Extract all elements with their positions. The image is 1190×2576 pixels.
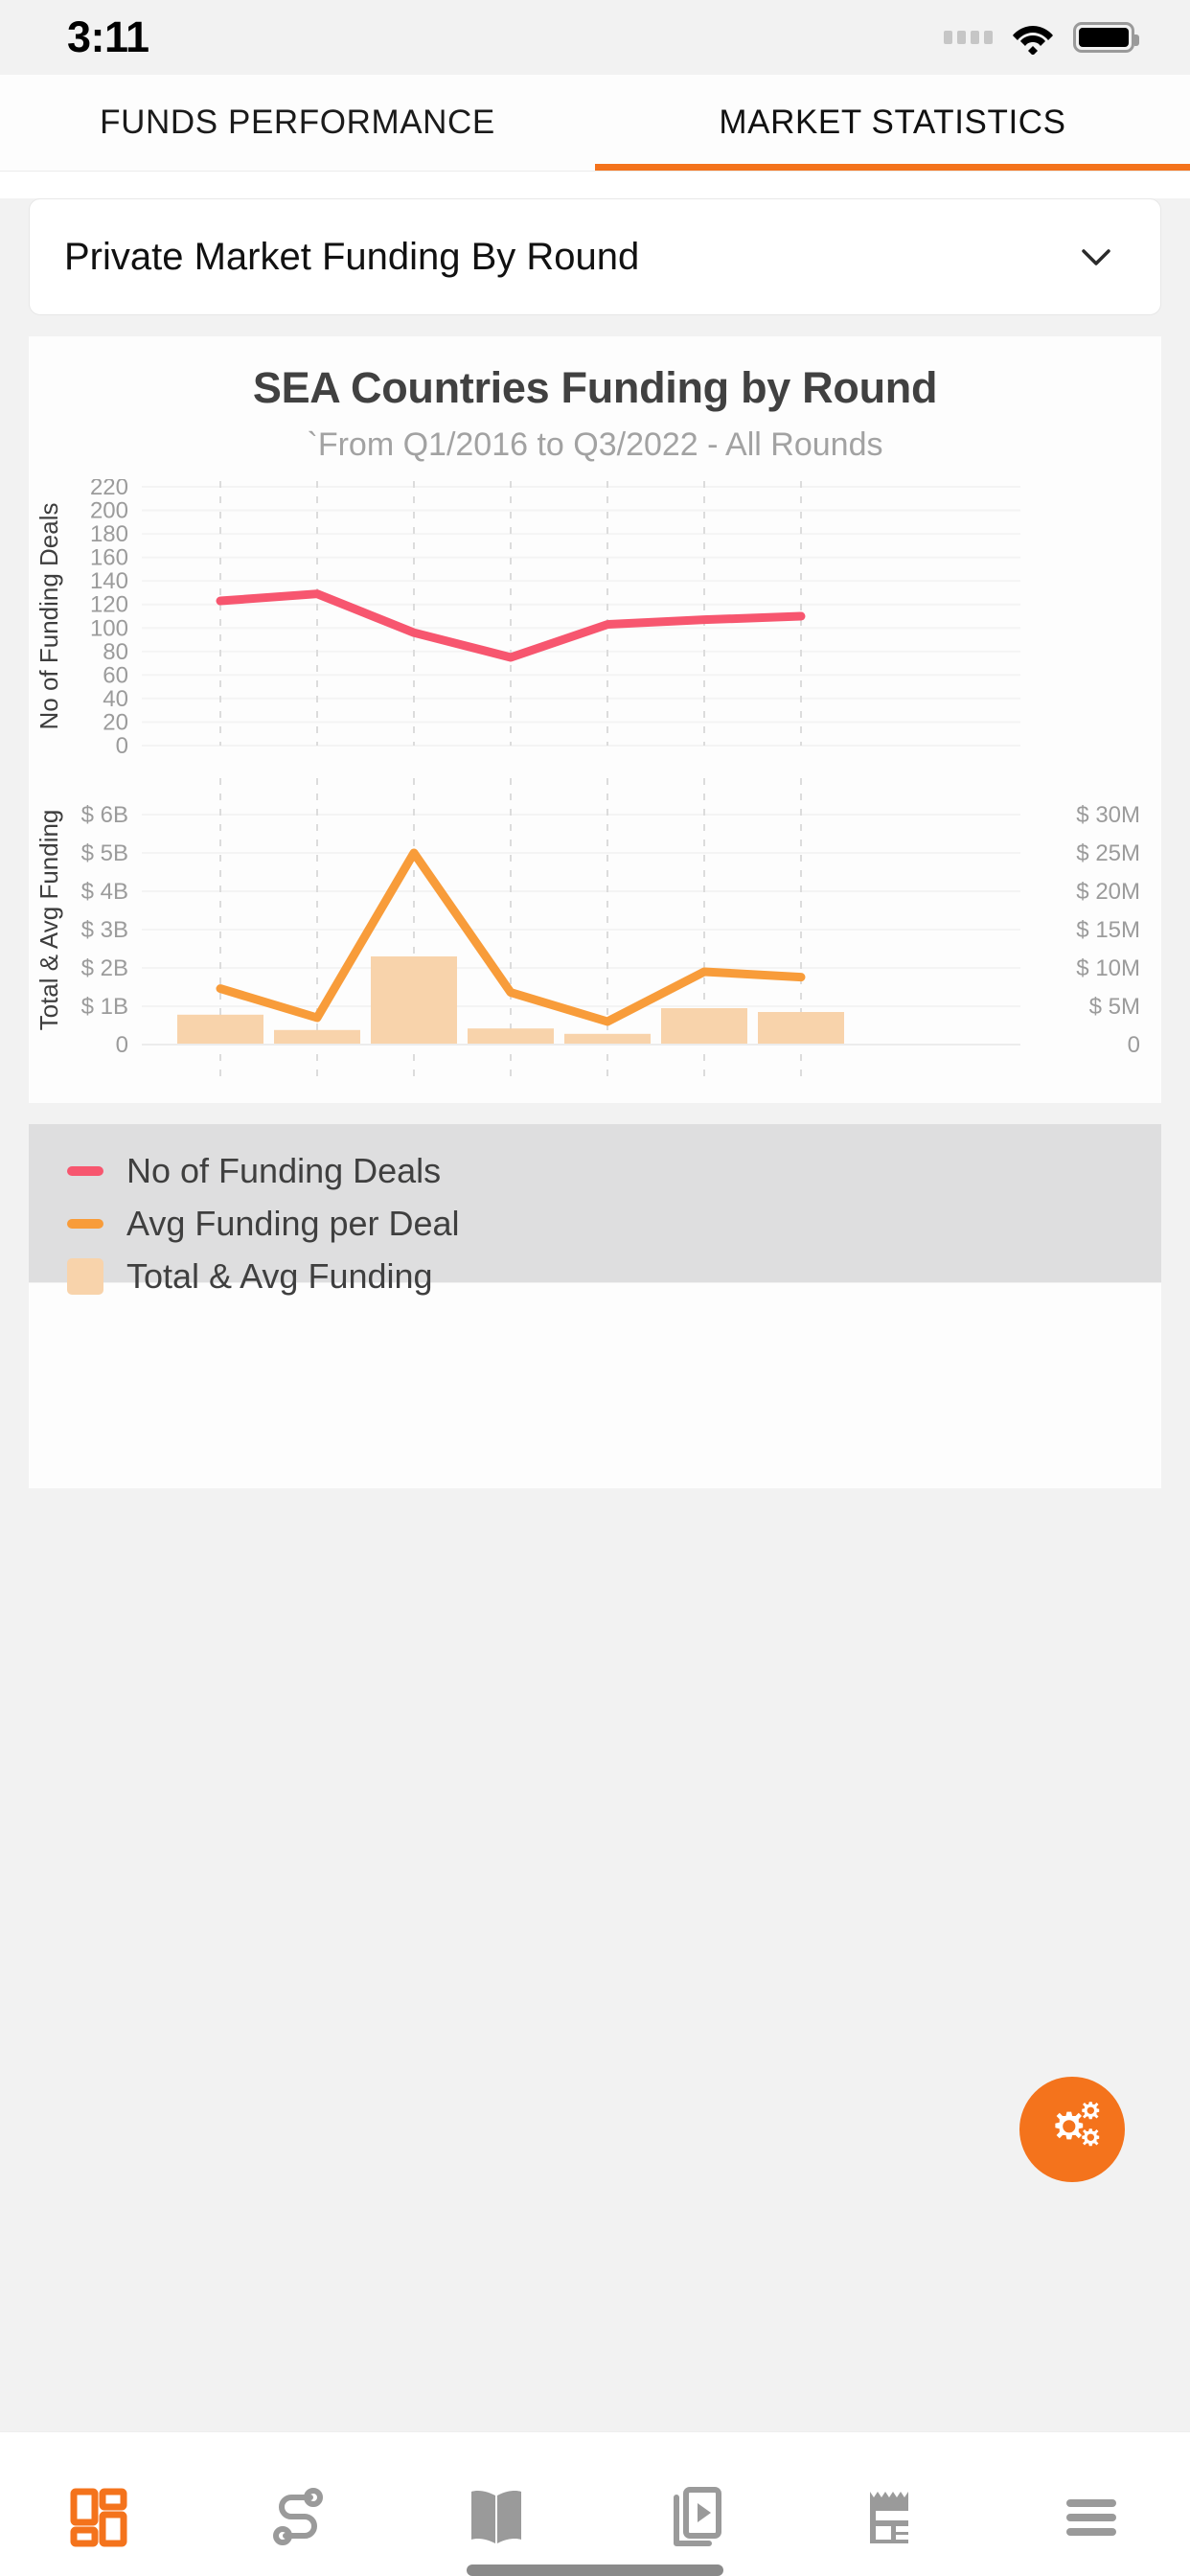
signal-dots-icon — [944, 31, 993, 44]
svg-text:100: 100 — [90, 615, 128, 641]
dashboard-grid-icon — [70, 2488, 126, 2547]
svg-text:$ 10M: $ 10M — [1076, 955, 1140, 981]
svg-text:Total & Avg Funding: Total & Avg Funding — [34, 810, 63, 1031]
legend-label-total-funding: Total & Avg Funding — [126, 1255, 433, 1296]
chart-subtitle: `From Q1/2016 to Q3/2022 - All Rounds — [307, 426, 883, 463]
svg-text:$ 25M: $ 25M — [1076, 840, 1140, 866]
nav-item-media[interactable] — [595, 2432, 793, 2576]
svg-text:$ 5M: $ 5M — [1089, 994, 1140, 1020]
chart-footer-area — [29, 1282, 1161, 1488]
bar-Q4/2016 — [468, 1028, 554, 1045]
bar-Q2/2016 — [274, 1029, 360, 1045]
bar-Q1/2016 — [177, 1014, 263, 1045]
legend-swatch-total-funding — [67, 1257, 103, 1295]
svg-text:0: 0 — [116, 1032, 128, 1058]
home-indicator — [467, 2564, 723, 2576]
settings-fab-button[interactable] — [1019, 2077, 1125, 2182]
chart-legend: No of Funding Deals Avg Funding per Deal… — [29, 1124, 1161, 1296]
svg-text:120: 120 — [90, 592, 128, 618]
video-play-icon — [673, 2487, 721, 2546]
svg-text:$ 1B: $ 1B — [81, 994, 128, 1020]
svg-text:Q1/2017: Q1/2017 — [560, 1079, 655, 1083]
svg-text:180: 180 — [90, 521, 128, 547]
svg-text:Q4/2016: Q4/2016 — [463, 1079, 559, 1083]
status-bar-indicators — [944, 22, 1139, 55]
status-bar: 3:11 — [0, 0, 1190, 75]
svg-text:Q3/2016: Q3/2016 — [366, 1079, 462, 1083]
chart-title: SEA Countries Funding by Round — [252, 363, 938, 412]
legend-swatch-deals — [67, 1165, 103, 1176]
hamburger-menu-icon — [1065, 2499, 1116, 2536]
svg-text:$ 15M: $ 15M — [1076, 917, 1140, 943]
svg-text:20: 20 — [103, 709, 128, 735]
bar-Q2/2017 — [661, 1008, 747, 1045]
nav-item-menu[interactable] — [992, 2432, 1190, 2576]
svg-text:$ 3B: $ 3B — [81, 917, 128, 943]
svg-text:200: 200 — [90, 498, 128, 524]
flow-path-icon — [272, 2488, 323, 2545]
bar-Q1/2017 — [564, 1033, 651, 1045]
report-selector[interactable]: Private Market Funding By Round — [29, 198, 1161, 315]
wifi-icon — [1012, 22, 1054, 55]
svg-text:$ 2B: $ 2B — [81, 955, 128, 981]
tab-funds-performance[interactable]: FUNDS PERFORMANCE — [0, 75, 595, 171]
legend-label-deals: No of Funding Deals — [126, 1150, 442, 1190]
report-selector-value: Private Market Funding By Round — [64, 235, 640, 278]
nav-item-library[interactable] — [397, 2432, 595, 2576]
svg-text:0: 0 — [1128, 1032, 1140, 1058]
bar-Q3/2016 — [371, 956, 457, 1045]
svg-text:60: 60 — [103, 662, 128, 688]
bottom-navigation — [0, 2431, 1190, 2576]
newspaper-icon — [869, 2492, 910, 2543]
nav-item-dashboard[interactable] — [0, 2432, 198, 2576]
tab-bar: FUNDS PERFORMANCE MARKET STATISTICS — [0, 75, 1190, 172]
gears-icon — [1041, 2099, 1103, 2161]
legend-item-avg-funding[interactable]: Avg Funding per Deal — [67, 1202, 1161, 1245]
chevron-down-icon[interactable] — [1074, 235, 1118, 279]
legend-item-deals[interactable]: No of Funding Deals — [67, 1149, 1161, 1192]
chart-card: SEA Countries Funding by Round `From Q1/… — [29, 336, 1161, 1103]
legend-swatch-avg-funding — [67, 1218, 103, 1229]
tab-active-indicator — [595, 164, 1190, 171]
page-content: Private Market Funding By Round SEA Coun… — [0, 198, 1190, 2576]
svg-text:220: 220 — [90, 479, 128, 500]
status-bar-clock: 3:11 — [67, 12, 149, 61]
svg-text:Q2/2016: Q2/2016 — [269, 1079, 365, 1083]
legend-label-avg-funding: Avg Funding per Deal — [126, 1203, 460, 1243]
book-icon — [470, 2491, 521, 2543]
svg-text:Q3/2017: Q3/2017 — [753, 1079, 849, 1083]
svg-text:140: 140 — [90, 568, 128, 594]
svg-text:160: 160 — [90, 545, 128, 571]
nav-item-news[interactable] — [793, 2432, 992, 2576]
svg-text:$ 6B: $ 6B — [81, 802, 128, 828]
svg-text:80: 80 — [103, 639, 128, 665]
svg-text:$ 30M: $ 30M — [1076, 802, 1140, 828]
chart-plot-area[interactable]: 0 20 40 60 80 100 120 140 160 180 200 220 No of Fund… — [29, 479, 1161, 1083]
svg-text:$ 20M: $ 20M — [1076, 879, 1140, 905]
bar-Q3/2017 — [758, 1012, 844, 1045]
tab-market-statistics[interactable]: MARKET STATISTICS — [595, 75, 1190, 171]
svg-text:Q1/2016: Q1/2016 — [172, 1079, 268, 1083]
svg-text:0: 0 — [116, 733, 128, 759]
svg-text:No of Funding Deals: No of Funding Deals — [34, 502, 63, 729]
svg-text:40: 40 — [103, 686, 128, 712]
battery-full-icon — [1073, 22, 1139, 53]
svg-text:$ 4B: $ 4B — [81, 879, 128, 905]
svg-text:$ 5B: $ 5B — [81, 840, 128, 866]
svg-text:Q2/2017: Q2/2017 — [656, 1079, 752, 1083]
nav-item-journey[interactable] — [198, 2432, 397, 2576]
